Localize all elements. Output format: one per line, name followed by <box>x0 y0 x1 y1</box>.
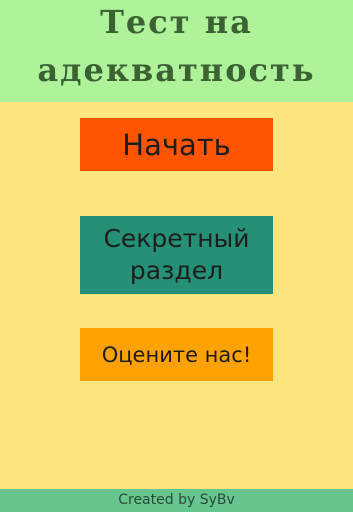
secret-section-button[interactable]: Секретный раздел <box>80 216 273 294</box>
start-button[interactable]: Начать <box>80 118 273 171</box>
secret-section-label-line2: раздел <box>129 256 224 285</box>
app-title-line1: Тест на <box>100 3 253 41</box>
app-header: Тест на адекватность <box>0 0 353 102</box>
rate-us-button[interactable]: Оцените нас! <box>80 328 273 381</box>
footer-credit: Created by SyBv <box>0 489 353 512</box>
app-title-line2: адекватность <box>37 51 316 89</box>
secret-section-label-line1: Секретный <box>103 223 250 253</box>
